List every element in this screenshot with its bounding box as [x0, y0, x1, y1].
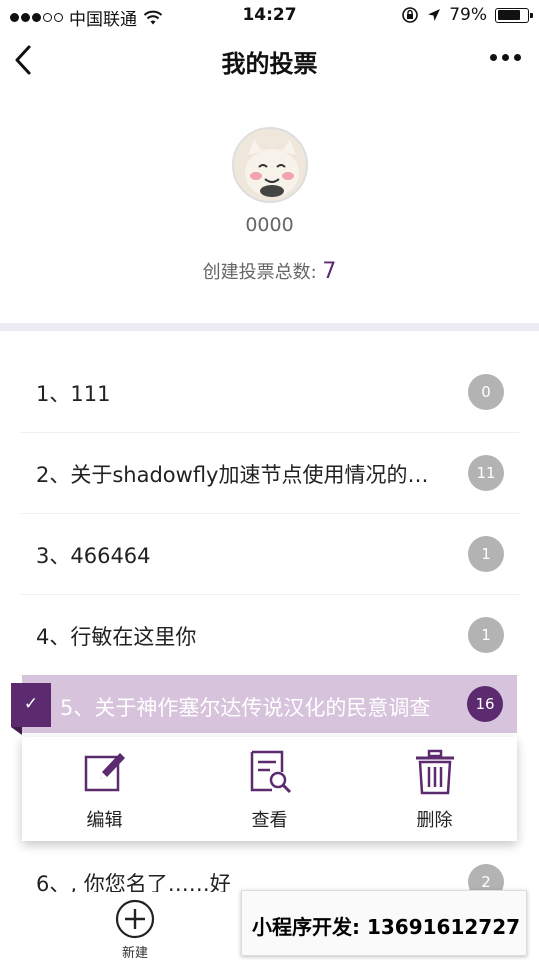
vote-count-badge: 1 — [468, 536, 504, 572]
cat-avatar-image — [234, 129, 306, 201]
page-title: 我的投票 — [221, 50, 318, 78]
promo-banner: 小程序开发: 13691612727 — [241, 890, 527, 956]
trash-icon — [415, 749, 454, 795]
view-button[interactable]: 查看 — [187, 737, 352, 841]
status-right: 79% — [401, 5, 533, 25]
poll-total-label: 创建投票总数: — [202, 262, 317, 283]
list-item-selected[interactable]: 5、关于神作塞尔达传说汉化的民意调查 16 — [22, 675, 517, 733]
vote-count-badge: 11 — [468, 455, 504, 491]
plus-circle-icon — [115, 899, 155, 939]
battery-icon — [495, 7, 533, 23]
delete-button[interactable]: 删除 — [352, 737, 517, 841]
vote-count-badge: 16 — [467, 686, 503, 722]
more-horizontal-icon — [490, 54, 497, 61]
poll-list: 1、111 0 2、关于shadowfly加速节点使用情况的调查 11 3、46… — [0, 352, 539, 676]
battery-fill — [497, 10, 521, 20]
list-item[interactable]: 2、关于shadowfly加速节点使用情况的调查 11 — [20, 433, 519, 514]
poll-title: 2、关于shadowfly加速节点使用情况的调查 — [36, 463, 431, 487]
poll-action-panel: 编辑 查看 删除 — [22, 737, 517, 841]
action-label: 编辑 — [86, 810, 123, 831]
rotation-lock-icon — [402, 7, 419, 23]
status-bar: 中国联通 14:27 79% — [0, 0, 539, 30]
poll-title: 5、关于神作塞尔达传说汉化的民意调查 — [60, 696, 431, 720]
list-item[interactable]: 1、111 0 — [20, 352, 519, 433]
list-item[interactable]: 4、行敏在这里你 1 — [20, 595, 519, 676]
view-document-icon — [250, 750, 291, 794]
edit-button[interactable]: 编辑 — [22, 737, 187, 841]
avatar — [232, 127, 308, 203]
tab-new-label: 新建 — [121, 946, 148, 960]
poll-total-value: 7 — [322, 259, 337, 284]
battery-percent: 79% — [449, 5, 487, 25]
section-divider — [0, 323, 539, 331]
more-button[interactable] — [490, 54, 521, 61]
poll-total: 创建投票总数: 7 — [0, 258, 539, 284]
vote-count-badge: 0 — [468, 374, 504, 410]
action-label: 查看 — [251, 810, 288, 831]
edit-icon — [84, 753, 125, 792]
tab-new[interactable]: 新建 — [110, 898, 160, 960]
vote-count-badge: 1 — [468, 617, 504, 653]
promo-text: 小程序开发: 13691612727 — [252, 915, 521, 939]
poll-title: 4、行敏在这里你 — [36, 625, 197, 649]
list-item[interactable]: 3、466464 1 — [20, 514, 519, 595]
selected-check-icon: ✓ — [11, 683, 51, 735]
action-label: 删除 — [416, 810, 453, 831]
poll-title: 3、466464 — [36, 544, 151, 568]
poll-title: 1、111 — [36, 382, 111, 406]
nav-bar: 我的投票 — [0, 30, 539, 90]
username: 0000 — [245, 214, 294, 236]
location-arrow-icon — [428, 9, 441, 21]
